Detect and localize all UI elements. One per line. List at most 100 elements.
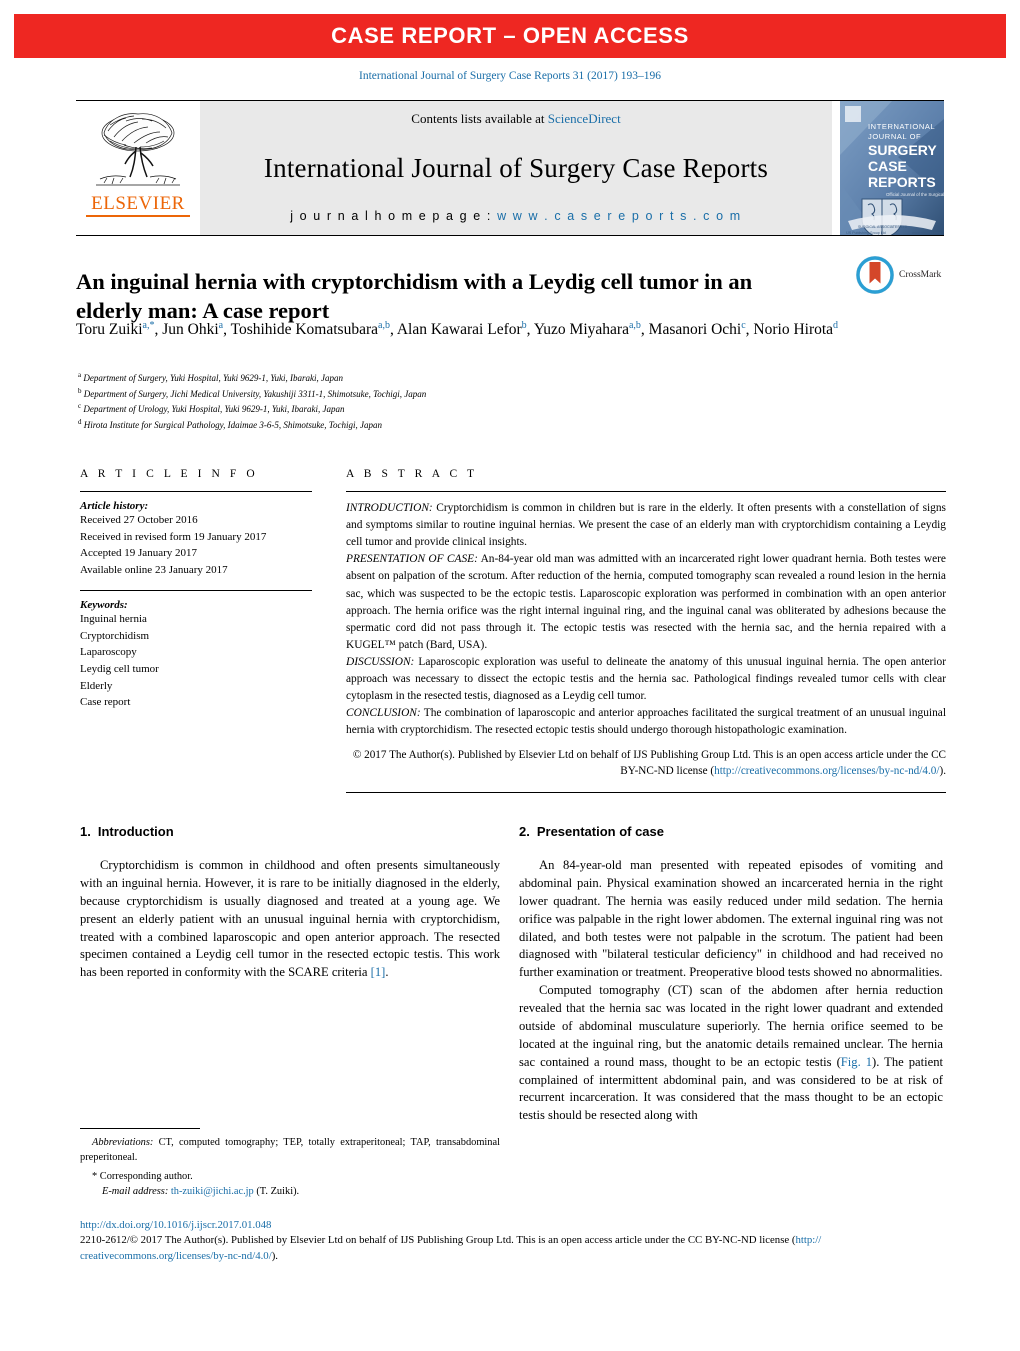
keywords-divider <box>80 589 312 591</box>
keyword-item: Cryptorchidism <box>80 629 150 642</box>
affiliation-item: a Department of Surgery, Yuki Hospital, … <box>78 370 858 386</box>
svg-text:SURGICAL ASSOCIATES LTD: SURGICAL ASSOCIATES LTD <box>858 225 908 229</box>
svg-text:JOURNAL OF: JOURNAL OF <box>868 132 921 141</box>
abstract-section-label: INTRODUCTION: <box>346 502 433 514</box>
keyword-item: Inguinal hernia <box>80 612 147 625</box>
abstract-section-text: The combination of laparoscopic and ante… <box>346 707 946 737</box>
article-info-heading: A R T I C L E I N F O <box>80 468 259 480</box>
elsevier-underline <box>86 215 190 217</box>
author-list: Toru Zuikia,*, Jun Ohkia, Toshihide Koma… <box>76 320 839 339</box>
email-label: E-mail address: <box>102 1186 169 1198</box>
open-access-banner: CASE REPORT – OPEN ACCESS <box>14 14 1006 58</box>
svg-text:Official Journal of the Surgic: Official Journal of the Surgical Associa… <box>886 192 944 197</box>
crossmark-badge[interactable]: CrossMark <box>855 252 955 298</box>
elsevier-wordmark: ELSEVIER <box>91 193 185 214</box>
abstract-section: DISCUSSION: Laparoscopic exploration was… <box>346 656 946 702</box>
abstract-section-label: PRESENTATION OF CASE: <box>346 553 478 566</box>
keywords-label: Keywords: <box>80 598 128 611</box>
history-item: Available online 23 January 2017 <box>80 564 228 577</box>
cc-license-link[interactable]: http://creativecommons.org/licenses/by-n… <box>714 765 939 777</box>
crossmark-label: CrossMark <box>899 270 942 280</box>
affiliation-text: Department of Surgery, Jichi Medical Uni… <box>83 388 427 399</box>
abbreviations-note: Abbreviations: CT, computed tomography; … <box>80 1135 500 1165</box>
doi-link[interactable]: http://dx.doi.org/10.1016/j.ijscr.2017.0… <box>80 1218 960 1233</box>
journal-citation-line: International Journal of Surgery Case Re… <box>359 70 661 82</box>
elsevier-logo: ELSEVIER <box>76 101 200 235</box>
paragraph-text-tail: . <box>385 965 389 980</box>
abstract-section-label: DISCUSSION: <box>346 655 415 668</box>
abstract-section-label: CONCLUSION: <box>346 707 421 720</box>
abstract-heading: A B S T R A C T <box>346 468 478 480</box>
section-number: 2. <box>519 824 530 839</box>
affiliation-text: Hirota Institute for Surgical Pathology,… <box>83 419 382 430</box>
affiliation-mark: c <box>78 402 82 411</box>
affiliation-list: a Department of Surgery, Yuki Hospital, … <box>78 370 858 432</box>
affiliation-text: Department of Urology, Yuki Hospital, Yu… <box>83 404 345 415</box>
homepage-url-link[interactable]: w w w . c a s e r e p o r t s . c o m <box>497 209 742 223</box>
elsevier-tree-icon <box>96 113 180 186</box>
affiliation-item: c Department of Urology, Yuki Hospital, … <box>78 401 858 417</box>
body-column-right: 2. Presentation of case An 84-year-old ma… <box>519 824 943 1125</box>
case-paragraph-1: An 84-year-old man presented with repeat… <box>519 858 943 980</box>
article-history-label: Article history: <box>80 500 149 512</box>
reference-link-1[interactable]: [1] <box>371 965 386 979</box>
keyword-item: Leydig cell tumor <box>80 663 159 676</box>
footnote-block: Abbreviations: CT, computed tomography; … <box>80 1128 500 1199</box>
abstract-column: A B S T R A C T INTRODUCTION: Cryptorchi… <box>346 468 946 794</box>
keyword-item: Elderly <box>80 679 113 692</box>
svg-text:www.elsevier.com: www.elsevier.com <box>912 231 941 235</box>
svg-text:SURGERY: SURGERY <box>868 142 937 158</box>
keyword-item: Laparoscopy <box>80 646 137 659</box>
journal-homepage-line: j o u r n a l h o m e p a g e : w w w . … <box>290 209 742 223</box>
email-note: E-mail address: th-zuiki@jichi.ac.jp (T.… <box>80 1184 500 1199</box>
body-column-left: 1. Introduction Cryptorchidism is common … <box>80 824 500 982</box>
journal-cover-image: INTERNATIONAL JOURNAL OF SURGERY CASE RE… <box>840 101 944 235</box>
abbreviations-label: Abbreviations: <box>92 1137 154 1148</box>
sciencedirect-link[interactable]: ScienceDirect <box>548 111 621 126</box>
email-link[interactable]: th-zuiki@jichi.ac.jp <box>171 1186 254 1197</box>
history-item: Received in revised form 19 January 2017 <box>80 530 267 543</box>
abstract-bottom-divider <box>346 792 946 794</box>
affiliation-text: Department of Surgery, Yuki Hospital, Yu… <box>83 373 344 383</box>
section-title: Introduction <box>97 824 174 839</box>
doi-license-block: http://dx.doi.org/10.1016/j.ijscr.2017.0… <box>80 1218 960 1264</box>
svg-text:REPORTS: REPORTS <box>868 174 936 190</box>
affiliation-item: b Department of Surgery, Jichi Medical U… <box>78 386 858 402</box>
abstract-section: PRESENTATION OF CASE: An-84-year old man… <box>346 553 946 651</box>
affiliation-mark: a <box>78 371 82 379</box>
svg-text:INTERNATIONAL: INTERNATIONAL <box>868 122 935 131</box>
journal-center-panel: Contents lists available at ScienceDirec… <box>200 101 832 235</box>
history-item: Accepted 19 January 2017 <box>80 547 197 560</box>
affiliation-mark: b <box>78 386 82 395</box>
page-title: An inguinal hernia with cryptorchidism w… <box>76 269 753 324</box>
abstract-section-text: An-84-year old man was admitted with an … <box>346 553 946 651</box>
section-heading-introduction: 1. Introduction <box>80 824 500 839</box>
abstract-divider <box>346 491 946 492</box>
contents-prefix: Contents lists available at <box>411 111 548 126</box>
copyright-suffix: ). <box>939 765 946 778</box>
section-title: Presentation of case <box>536 824 664 839</box>
keywords-list: Inguinal hernia Cryptorchidism Laparosco… <box>80 611 312 711</box>
abstract-section-text: Laparoscopic exploration was useful to d… <box>346 655 946 703</box>
section-heading-presentation: 2. Presentation of case <box>519 824 943 839</box>
issn-suffix: ). <box>271 1249 278 1262</box>
issn-license-line: 2210-2612/© 2017 The Author(s). Publishe… <box>80 1233 960 1264</box>
case-paragraph-2: Computed tomography (CT) scan of the abd… <box>519 982 943 1125</box>
corresponding-author-note: * Corresponding author. <box>92 1171 193 1183</box>
abstract-section-text: Cryptorchidism is common in children but… <box>346 502 946 549</box>
contents-available-line: Contents lists available at ScienceDirec… <box>411 111 620 127</box>
introduction-paragraph: Cryptorchidism is common in childhood an… <box>80 857 500 982</box>
license-link-part2[interactable]: creativecommons.org/licenses/by-nc-nd/4.… <box>80 1250 272 1262</box>
homepage-prefix: j o u r n a l h o m e p a g e : <box>290 209 498 223</box>
abstract-body: INTRODUCTION: Cryptorchidism is common i… <box>346 500 946 740</box>
journal-cover-thumbnail: INTERNATIONAL JOURNAL OF SURGERY CASE RE… <box>840 101 944 235</box>
email-suffix: (T. Zuiki). <box>253 1186 300 1198</box>
issn-text: 2210-2612/© 2017 The Author(s). Publishe… <box>80 1234 796 1247</box>
license-link-part1[interactable]: http:// <box>796 1234 822 1246</box>
article-info-column: A R T I C L E I N F O Article history: R… <box>80 468 312 711</box>
figure-1-link[interactable]: Fig. 1 <box>841 1055 872 1069</box>
crossmark-icon <box>856 256 894 294</box>
paragraph-text: Cryptorchidism is common in childhood an… <box>80 858 500 980</box>
affiliation-mark: d <box>78 417 82 426</box>
svg-text:CASE: CASE <box>868 158 907 174</box>
